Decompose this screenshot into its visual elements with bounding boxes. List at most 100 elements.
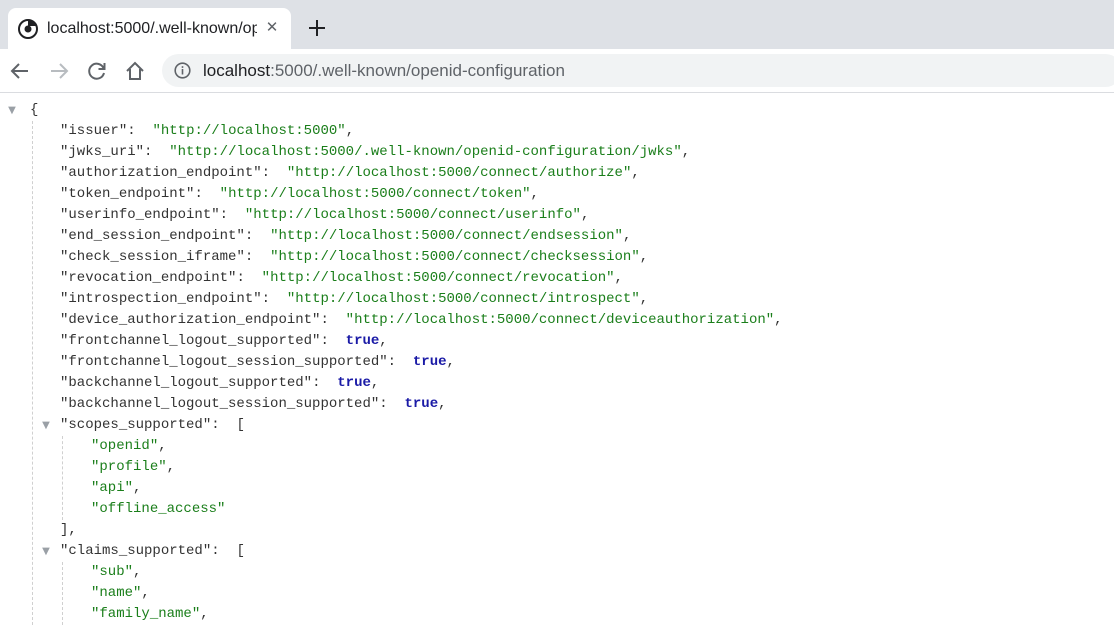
quote: " bbox=[202, 543, 212, 559]
chrome-favicon-icon bbox=[18, 19, 38, 39]
quote: " bbox=[118, 123, 128, 139]
json-key: introspection_endpoint bbox=[68, 291, 254, 307]
comma: , bbox=[370, 375, 380, 391]
json-string-value: http://localhost:5000/connect/checksessi… bbox=[278, 249, 632, 265]
json-array-close: ], bbox=[60, 520, 77, 541]
colon: : bbox=[379, 396, 405, 412]
json-property: "frontchannel_logout_session_supported":… bbox=[60, 352, 455, 373]
quote: " bbox=[673, 144, 682, 160]
array-toggle-icon[interactable]: ▼ bbox=[40, 546, 52, 558]
quote: " bbox=[149, 438, 159, 454]
json-string-value: http://localhost:5000/connect/deviceauth… bbox=[354, 312, 766, 328]
comma: , bbox=[774, 312, 783, 328]
new-tab-button[interactable] bbox=[305, 16, 329, 40]
url-host: localhost bbox=[203, 61, 271, 80]
json-string-value: profile bbox=[99, 459, 159, 475]
json-property: "frontchannel_logout_supported": true, bbox=[60, 331, 388, 352]
close-bracket: ], bbox=[60, 522, 77, 538]
json-array-item: "profile", bbox=[91, 457, 175, 478]
json-string-value: api bbox=[99, 480, 125, 496]
quote: " bbox=[169, 144, 178, 160]
json-key: frontchannel_logout_supported bbox=[68, 333, 313, 349]
quote: " bbox=[244, 207, 254, 223]
quote: " bbox=[135, 144, 145, 160]
comma: , bbox=[166, 459, 176, 475]
root-toggle-icon[interactable]: ▼ bbox=[6, 105, 18, 117]
tab-title: localhost:5000/.well-known/op bbox=[47, 20, 257, 37]
json-string-value: openid bbox=[99, 438, 150, 454]
json-viewer: ▼{"issuer": "http://localhost:5000", "jwk… bbox=[0, 93, 1114, 625]
json-key: scopes_supported bbox=[68, 417, 203, 433]
json-array-item: "sub", bbox=[91, 562, 141, 583]
quote: " bbox=[211, 207, 220, 223]
home-icon[interactable] bbox=[124, 60, 146, 82]
json-key: jwks_uri bbox=[68, 144, 136, 160]
array-toggle-icon[interactable]: ▼ bbox=[40, 420, 52, 432]
quote: " bbox=[191, 606, 201, 622]
comma: , bbox=[580, 207, 590, 223]
json-property: "token_endpoint": "http://localhost:5000… bbox=[60, 184, 539, 205]
open-brace: { bbox=[30, 102, 39, 118]
url-text[interactable]: localhost:5000/.well-known/openid-config… bbox=[203, 61, 565, 81]
json-property: "introspection_endpoint": "http://localh… bbox=[60, 289, 648, 310]
json-string-value: name bbox=[99, 585, 134, 601]
active-tab[interactable]: localhost:5000/.well-known/op ✕ bbox=[8, 8, 291, 49]
colon: : bbox=[244, 249, 271, 265]
colon: : bbox=[387, 354, 413, 370]
comma: , bbox=[379, 333, 388, 349]
comma: , bbox=[141, 585, 150, 601]
json-key: claims_supported bbox=[68, 543, 203, 559]
back-icon[interactable] bbox=[9, 60, 31, 82]
tab-close-icon[interactable]: ✕ bbox=[264, 20, 280, 36]
quote: " bbox=[261, 270, 271, 286]
json-property: "backchannel_logout_session_supported": … bbox=[60, 394, 447, 415]
forward-icon[interactable] bbox=[48, 60, 70, 82]
json-property: "issuer": "http://localhost:5000", bbox=[60, 121, 354, 142]
quote: " bbox=[379, 354, 388, 370]
json-key: check_session_iframe bbox=[68, 249, 237, 265]
tab-strip: localhost:5000/.well-known/op ✕ bbox=[0, 0, 1114, 49]
info-icon[interactable] bbox=[174, 62, 191, 79]
json-array-item: "api", bbox=[91, 478, 141, 499]
comma: , bbox=[530, 186, 539, 202]
json-property: "end_session_endpoint": "http://localhos… bbox=[60, 226, 631, 247]
json-array-item: "family_name", bbox=[91, 604, 209, 625]
array-guide-line bbox=[62, 436, 63, 520]
json-string-value: http://localhost:5000 bbox=[160, 123, 338, 139]
json-property: "check_session_iframe": "http://localhos… bbox=[60, 247, 648, 268]
comma: , bbox=[446, 354, 455, 370]
json-string-value: http://localhost:5000/connect/token bbox=[228, 186, 523, 202]
colon: : bbox=[236, 270, 262, 286]
comma: , bbox=[133, 480, 142, 496]
quote: " bbox=[124, 480, 134, 496]
quote: " bbox=[337, 123, 346, 139]
quote: " bbox=[303, 375, 313, 391]
json-property: "revocation_endpoint": "http://localhost… bbox=[60, 268, 623, 289]
json-array-item: "openid", bbox=[91, 436, 167, 457]
comma: , bbox=[639, 249, 649, 265]
quote: " bbox=[765, 312, 775, 328]
quote: " bbox=[345, 312, 355, 328]
json-property: "authorization_endpoint": "http://localh… bbox=[60, 163, 640, 184]
json-property: "jwks_uri": "http://localhost:5000/.well… bbox=[60, 142, 690, 163]
json-string-value: http://localhost:5000/connect/revocation bbox=[270, 270, 607, 286]
json-key: revocation_endpoint bbox=[68, 270, 229, 286]
array-guide-line bbox=[62, 562, 63, 625]
address-bar[interactable]: localhost:5000/.well-known/openid-config… bbox=[162, 54, 1114, 87]
json-key: backchannel_logout_session_supported bbox=[68, 396, 371, 412]
json-string-value: http://localhost:5000/.well-known/openid… bbox=[177, 144, 674, 160]
colon: : bbox=[144, 144, 170, 160]
json-key: backchannel_logout_supported bbox=[68, 375, 304, 391]
quote: " bbox=[202, 417, 212, 433]
json-key: frontchannel_logout_session_supported bbox=[68, 354, 380, 370]
json-key: end_session_endpoint bbox=[68, 228, 237, 244]
browser-toolbar: localhost:5000/.well-known/openid-config… bbox=[0, 49, 1114, 93]
colon: : bbox=[261, 291, 287, 307]
quote: " bbox=[219, 186, 229, 202]
reload-icon[interactable] bbox=[86, 60, 108, 82]
colon: : [ bbox=[211, 543, 245, 559]
json-array-item: "offline_access" bbox=[91, 499, 225, 520]
json-array-item: "name", bbox=[91, 583, 150, 604]
json-string-value: http://localhost:5000/connect/endsession bbox=[278, 228, 615, 244]
comma: , bbox=[200, 606, 209, 622]
